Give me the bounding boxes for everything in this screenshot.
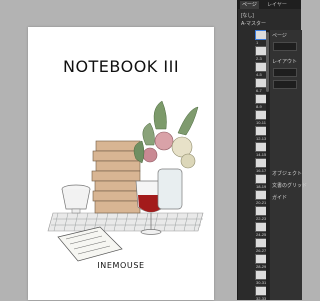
props-docgrid-label: 文書のグリッド	[272, 183, 308, 189]
props-layout-field[interactable]	[273, 80, 297, 89]
page-label: 20-21	[256, 200, 267, 205]
panel-tabs: ページ レイヤー	[238, 0, 301, 9]
page-label: 30-31	[256, 280, 267, 285]
page-label: 18-19	[256, 184, 267, 189]
properties-panel: ページ レイアウト オブジェクト 文書のグリッド ガイド	[269, 30, 307, 300]
page-label: 22-23	[256, 216, 267, 221]
props-guides-label: ガイド	[272, 195, 288, 201]
props-object-label: オブジェクト	[272, 171, 303, 177]
document-page[interactable]: NOTEBOOK III INEMOUSE	[28, 27, 214, 300]
master-a[interactable]: A-マスター	[241, 20, 266, 27]
page-label: 28-29	[256, 264, 267, 269]
page-label: 4-5	[256, 72, 262, 77]
master-none[interactable]: [なし]	[241, 12, 254, 19]
page-label: 10-11	[256, 120, 266, 125]
props-page-select[interactable]	[273, 42, 297, 51]
props-page-label: ページ	[272, 33, 287, 39]
page-label: 12-13	[256, 136, 267, 141]
tab-pages[interactable]: ページ	[240, 1, 259, 9]
page-label: 14-15	[256, 152, 267, 157]
page-label: 32-33	[256, 296, 267, 301]
page-title: NOTEBOOK III	[62, 57, 180, 76]
page-label: 1	[256, 40, 259, 45]
page-label: 26-27	[256, 248, 267, 253]
page-label: 6-7	[256, 88, 262, 93]
props-layout-field[interactable]	[273, 68, 297, 77]
tab-layers[interactable]: レイヤー	[265, 1, 289, 9]
page-label: 24-25	[256, 232, 267, 237]
cover-illustration	[47, 100, 204, 262]
page-thumbnails: 1 2-3 4-5 6-7 8-9 10-11 12-13 14-15 16-1…	[240, 30, 269, 301]
page-label: 8-9	[256, 104, 262, 109]
page-label: 16-17	[256, 168, 267, 173]
right-panel: ページ レイヤー [なし] A-マスター 1 2-3 4-5 6-7 8-9 1…	[237, 0, 307, 301]
page-author: INEMOUSE	[97, 261, 145, 270]
props-layout-label: レイアウト	[272, 59, 298, 65]
document-canvas: NOTEBOOK III INEMOUSE	[0, 0, 237, 300]
page-label: 2-3	[256, 56, 262, 61]
